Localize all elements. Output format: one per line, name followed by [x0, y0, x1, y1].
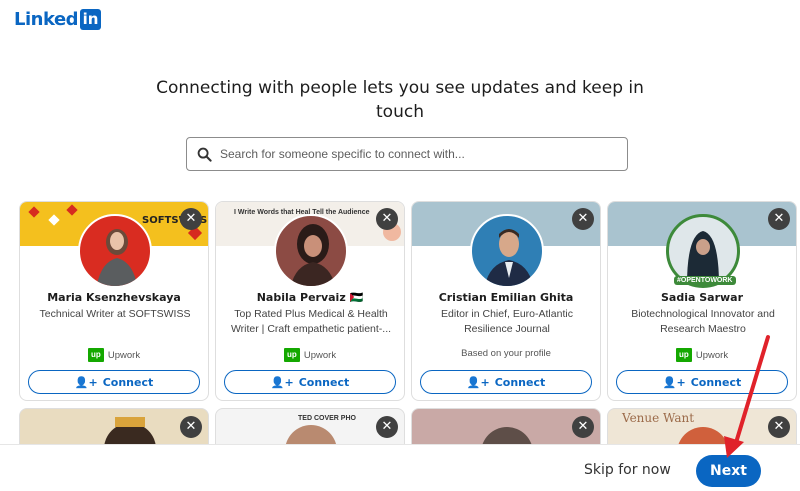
person-name[interactable]: Nabila Pervaiz 🇵🇸	[216, 291, 404, 304]
add-person-icon: 👤+	[270, 375, 294, 389]
open-to-work-badge: #OPENTOWORK	[674, 276, 736, 285]
insight-text: Upwork	[695, 349, 729, 361]
dismiss-button[interactable]: ✕	[376, 416, 398, 438]
add-person-icon: 👤+	[466, 375, 490, 389]
person-name[interactable]: Cristian Emilian Ghita	[412, 291, 600, 304]
next-button[interactable]: Next	[696, 455, 761, 487]
connect-label: Connect	[690, 375, 742, 389]
suggestion-card[interactable]: ✕ Cristian Emilian Ghita Editor in Chief…	[411, 201, 601, 401]
search-icon	[197, 147, 212, 162]
avatar[interactable]	[78, 214, 152, 288]
suggestion-card[interactable]: TED COVER PHO ✕	[215, 408, 405, 448]
upwork-logo-icon: up	[87, 348, 104, 362]
logo-in-box: in	[80, 9, 102, 30]
upwork-logo-icon: up	[675, 348, 692, 362]
person-name[interactable]: Maria Ksenzhevskaya	[20, 291, 208, 304]
page-title: Connecting with people lets you see upda…	[156, 78, 644, 122]
suggestion-card[interactable]: ✕	[19, 408, 209, 448]
skip-button[interactable]: Skip for now	[584, 462, 671, 478]
search-box[interactable]	[186, 137, 628, 171]
connect-button[interactable]: 👤+ Connect	[420, 370, 592, 394]
dismiss-button[interactable]: ✕	[572, 416, 594, 438]
person-headline: Biotechnological Innovator and Research …	[631, 308, 775, 335]
insight-text: Upwork	[303, 349, 337, 361]
dismiss-button[interactable]: ✕	[376, 208, 398, 230]
avatar[interactable]	[470, 214, 544, 288]
person-headline: Editor in Chief, Euro-Atlantic Resilienc…	[441, 308, 573, 335]
suggestion-card[interactable]: #OPENTOWORK ✕ Sadia Sarwar Biotechnologi…	[607, 201, 797, 401]
footer-bar: Skip for now Next	[0, 444, 800, 491]
avatar[interactable]	[274, 214, 348, 288]
connect-button[interactable]: 👤+ Connect	[28, 370, 200, 394]
suggestion-card[interactable]: I Write Words that Heal Tell the Audienc…	[215, 201, 405, 401]
dismiss-button[interactable]: ✕	[572, 208, 594, 230]
insight-text: Upwork	[107, 349, 141, 361]
suggestion-card[interactable]: Venue Want ✕	[607, 408, 797, 448]
connect-label: Connect	[102, 375, 154, 389]
insight-text: Based on your profile	[461, 348, 551, 359]
dismiss-button[interactable]: ✕	[180, 416, 202, 438]
logo-text: Linked	[14, 9, 79, 30]
connect-label: Connect	[494, 375, 546, 389]
connect-button[interactable]: 👤+ Connect	[616, 370, 788, 394]
connect-label: Connect	[298, 375, 350, 389]
linkedin-logo[interactable]: Linked in	[14, 9, 102, 30]
person-headline: Technical Writer at SOFTSWISS	[39, 308, 191, 320]
connection-insight: up Upwork	[608, 348, 796, 362]
connection-insight: Based on your profile	[412, 348, 600, 359]
suggestion-card[interactable]: SOFTSWISS ✕ Maria Ksenzhevskaya Technica…	[19, 201, 209, 401]
connection-insight: up Upwork	[20, 348, 208, 362]
person-headline: Top Rated Plus Medical & Health Writer |…	[230, 308, 392, 335]
upwork-logo-icon: up	[283, 348, 300, 362]
person-name[interactable]: Sadia Sarwar	[608, 291, 796, 304]
add-person-icon: 👤+	[74, 375, 98, 389]
add-person-icon: 👤+	[662, 375, 686, 389]
search-input[interactable]	[220, 147, 620, 161]
dismiss-button[interactable]: ✕	[768, 416, 790, 438]
connection-insight: up Upwork	[216, 348, 404, 362]
dismiss-button[interactable]: ✕	[180, 208, 202, 230]
dismiss-button[interactable]: ✕	[768, 208, 790, 230]
connect-button[interactable]: 👤+ Connect	[224, 370, 396, 394]
suggestion-card[interactable]: ✕	[411, 408, 601, 448]
